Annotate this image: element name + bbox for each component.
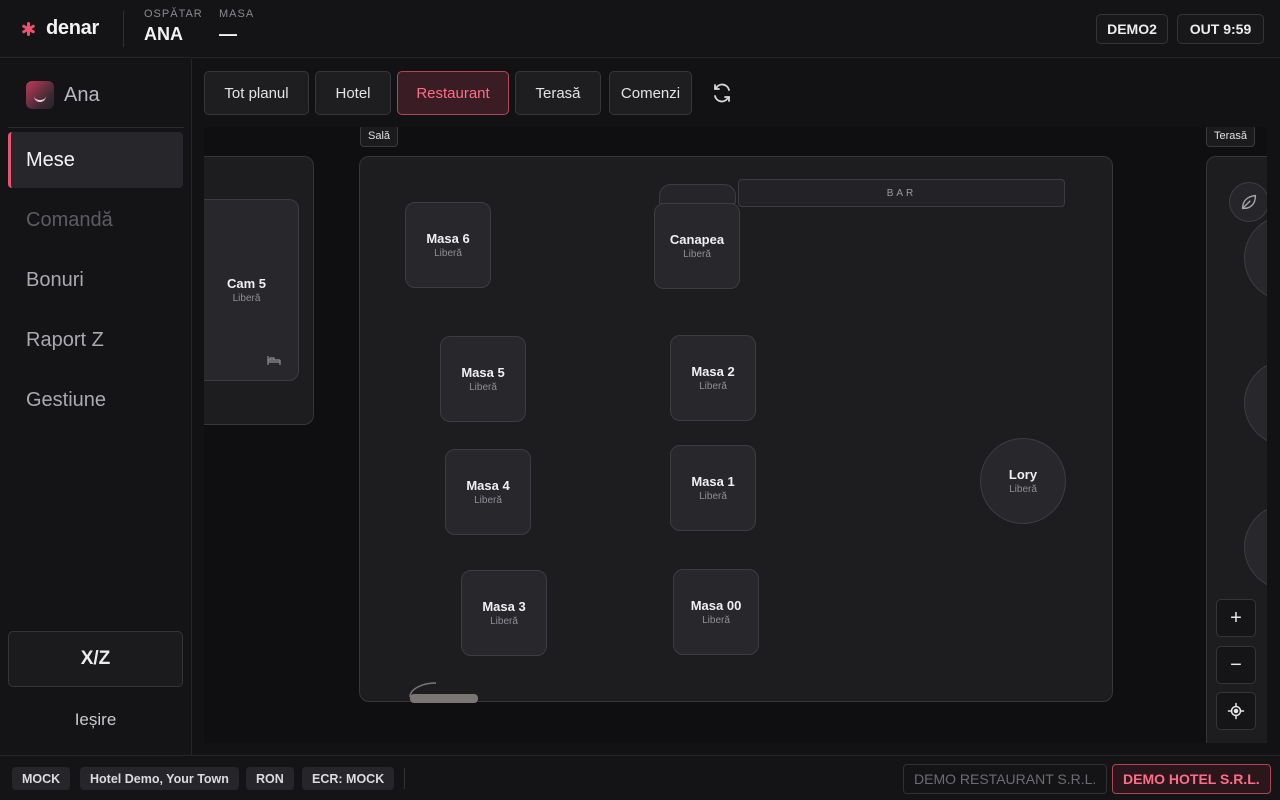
table-name: Lory — [1008, 467, 1038, 482]
tab-comenzi[interactable]: Comenzi — [609, 71, 692, 115]
shift-badge[interactable]: OUT 9:59 — [1177, 14, 1264, 44]
waiter-label: OSPĂTAR — [144, 8, 203, 20]
status-bar: MOCK Hotel Demo, Your Town RON ECR: MOCK… — [0, 755, 1280, 800]
tab-tot-planul[interactable]: Tot planul — [204, 71, 309, 115]
currency-chip: RON — [246, 767, 294, 790]
asterisk-logo-icon — [20, 21, 36, 37]
table-masa-3[interactable]: Masa 3 Liberă — [461, 570, 547, 656]
table-field: MASA — — [219, 8, 254, 45]
leaf-icon — [1229, 182, 1267, 222]
tab-restaurant[interactable]: Restaurant — [397, 71, 509, 115]
footer-divider — [404, 768, 405, 789]
sidebar-item-mese[interactable]: Mese — [8, 132, 183, 188]
floor-plan-canvas[interactable]: Cam 5 Liberă Sală BAR Masa 6 Liberă Cana… — [204, 127, 1267, 743]
zone-tag-sala: Sală — [360, 127, 399, 147]
table-status: Liberă — [702, 615, 730, 626]
table-status: Liberă — [474, 495, 502, 506]
table-masa-5[interactable]: Masa 5 Liberă — [440, 336, 526, 422]
sidebar-item-bonuri[interactable]: Bonuri — [8, 252, 183, 308]
bar-counter: BAR — [738, 179, 1065, 207]
table-masa-6[interactable]: Masa 6 Liberă — [405, 202, 491, 288]
table-name: Masa 1 — [691, 474, 735, 489]
tab-terasa[interactable]: Terasă — [515, 71, 601, 115]
app-name: denar — [46, 17, 99, 39]
table-name: Canapea — [669, 232, 725, 247]
avatar — [26, 81, 54, 109]
zoom-in-button[interactable]: + — [1216, 599, 1256, 637]
sidebar-item-comanda[interactable]: Comandă — [8, 192, 183, 248]
ecr-chip: ECR: MOCK — [302, 767, 395, 790]
header-divider — [123, 11, 124, 47]
tab-hotel[interactable]: Hotel — [315, 71, 391, 115]
sidebar-item-raport-z[interactable]: Raport Z — [8, 312, 183, 368]
waiter-value: ANA — [144, 24, 183, 44]
table-status: Liberă — [683, 249, 711, 260]
zone-tag-terasa: Terasă — [1206, 127, 1256, 147]
sidebar: Ana Mese Comandă Bonuri Raport Z Gestiun… — [0, 59, 192, 755]
app-logo: denar — [20, 17, 99, 40]
table-status: Liberă — [490, 616, 518, 627]
table-masa-00[interactable]: Masa 00 Liberă — [673, 569, 759, 655]
xz-report-button[interactable]: X/Z — [8, 631, 183, 687]
location-chip: Hotel Demo, Your Town — [80, 767, 239, 790]
table-canapea[interactable]: Canapea Liberă — [654, 203, 740, 289]
device-badge[interactable]: DEMO2 — [1096, 14, 1168, 44]
exit-button[interactable]: Ieșire — [8, 705, 183, 735]
sofa-backrest — [659, 184, 736, 204]
table-name: Masa 6 — [426, 231, 470, 246]
company-demo-restaurant[interactable]: DEMO RESTAURANT S.R.L. — [903, 764, 1108, 794]
top-bar: denar OSPĂTAR ANA MASA — DEMO2 OUT 9:59 — [0, 0, 1280, 58]
table-status: Liberă — [699, 491, 727, 502]
room-status: Liberă — [232, 293, 261, 304]
table-status: Liberă — [1009, 484, 1037, 495]
entrance-door — [410, 694, 478, 703]
table-name: Masa 00 — [690, 598, 742, 613]
table-masa-1[interactable]: Masa 1 Liberă — [670, 445, 756, 531]
sidebar-divider — [8, 127, 184, 128]
table-lory[interactable]: Lory Liberă — [980, 438, 1066, 524]
table-masa-2[interactable]: Masa 2 Liberă — [670, 335, 756, 421]
table-label: MASA — [219, 8, 255, 20]
table-name: Masa 5 — [461, 365, 505, 380]
mode-chip: MOCK — [12, 767, 71, 790]
table-masa-4[interactable]: Masa 4 Liberă — [445, 449, 531, 535]
table-status: Liberă — [699, 381, 727, 392]
waiter-field: OSPĂTAR ANA — [144, 8, 203, 45]
recenter-button[interactable] — [1216, 692, 1256, 730]
room-name: Cam 5 — [226, 276, 267, 291]
bed-icon — [267, 356, 281, 365]
table-name: Masa 2 — [691, 364, 735, 379]
user-name: Ana — [64, 83, 100, 106]
table-status: Liberă — [469, 382, 497, 393]
sidebar-item-gestiune[interactable]: Gestiune — [8, 372, 183, 428]
room-cam-5[interactable]: Cam 5 Liberă — [204, 199, 299, 381]
table-name: Masa 4 — [466, 478, 510, 493]
table-value: — — [219, 24, 237, 44]
table-name: Masa 3 — [482, 599, 526, 614]
refresh-icon[interactable] — [710, 81, 734, 105]
crosshair-icon — [1227, 702, 1245, 720]
company-demo-hotel[interactable]: DEMO HOTEL S.R.L. — [1112, 764, 1271, 794]
table-status: Liberă — [434, 248, 462, 259]
zoom-out-button[interactable]: − — [1216, 646, 1256, 684]
user-profile[interactable]: Ana — [26, 81, 100, 109]
